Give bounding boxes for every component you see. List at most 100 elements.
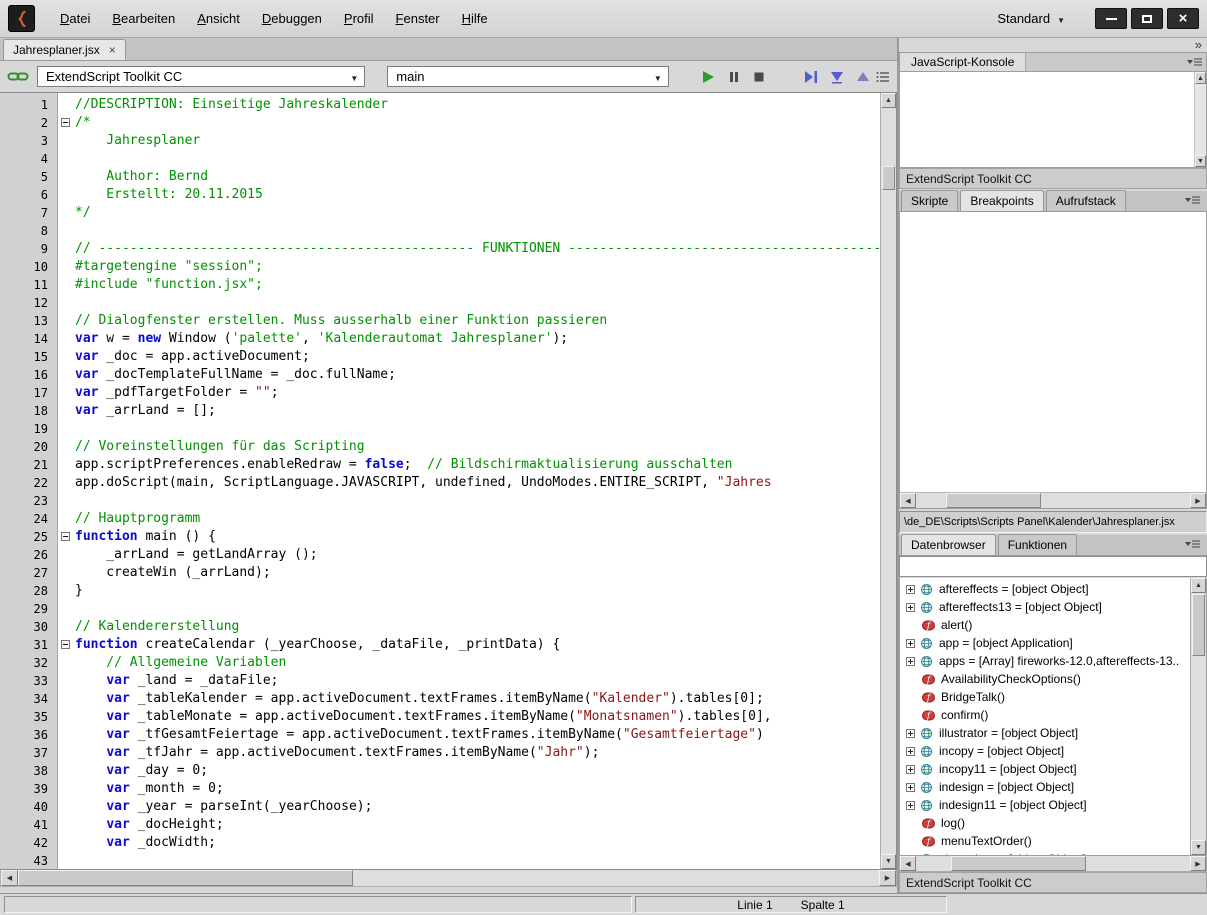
line-number[interactable]: 19 — [0, 420, 57, 438]
line-number[interactable]: 33 — [0, 672, 57, 690]
tab-aufrufstack[interactable]: Aufrufstack — [1046, 190, 1126, 211]
step-over-button[interactable] — [798, 66, 824, 88]
code-line[interactable]: //DESCRIPTION: Einseitige Jahreskalender — [75, 96, 880, 114]
scroll-left-icon[interactable] — [900, 856, 916, 871]
code-line[interactable]: var _month = 0; — [75, 780, 880, 798]
tree-item[interactable]: apps = [Array] fireworks-12.0,aftereffec… — [900, 652, 1190, 670]
app-icon[interactable] — [8, 5, 35, 32]
fold-cell[interactable] — [58, 636, 75, 654]
code-line[interactable]: // Voreinstellungen für das Scripting — [75, 438, 880, 456]
tree-item[interactable]: aftereffects13 = [object Object] — [900, 598, 1190, 616]
expand-plus-icon[interactable] — [906, 765, 915, 774]
line-number[interactable]: 14 — [0, 330, 57, 348]
fold-cell[interactable] — [58, 528, 75, 546]
line-number[interactable]: 35 — [0, 708, 57, 726]
code-line[interactable]: // -------------------------------------… — [75, 240, 880, 258]
menu-profil[interactable]: Profil — [333, 7, 385, 30]
expand-plus-icon[interactable] — [906, 729, 915, 738]
scrollbar-thumb[interactable] — [18, 870, 353, 886]
menu-ansicht[interactable]: Ansicht — [186, 7, 251, 30]
line-number[interactable]: 6 — [0, 186, 57, 204]
line-number[interactable]: 13 — [0, 312, 57, 330]
code-line[interactable]: var _land = _dataFile; — [75, 672, 880, 690]
code-line[interactable]: // Hauptprogramm — [75, 510, 880, 528]
tree-vertical-scrollbar[interactable] — [1190, 578, 1206, 855]
line-number[interactable]: 11 — [0, 276, 57, 294]
tree-item[interactable]: indesign = [object Object] — [900, 778, 1190, 796]
line-number[interactable]: 12 — [0, 294, 57, 312]
scroll-right-icon[interactable] — [1190, 493, 1206, 508]
tab-breakpoints[interactable]: Breakpoints — [960, 190, 1043, 211]
minimize-button[interactable] — [1095, 8, 1127, 29]
line-number[interactable]: 8 — [0, 222, 57, 240]
fold-collapse-icon[interactable] — [61, 640, 70, 649]
line-number[interactable]: 37 — [0, 744, 57, 762]
tab-skripte[interactable]: Skripte — [901, 190, 958, 211]
line-number[interactable]: 36 — [0, 726, 57, 744]
run-button[interactable] — [695, 66, 721, 88]
code-line[interactable]: Jahresplaner — [75, 132, 880, 150]
line-number[interactable]: 23 — [0, 492, 57, 510]
code-line[interactable]: createWin (_arrLand); — [75, 564, 880, 582]
scrollbar-track[interactable] — [881, 190, 896, 854]
tab-funktionen[interactable]: Funktionen — [998, 534, 1077, 555]
line-number[interactable]: 21 — [0, 456, 57, 474]
tree-item[interactable]: fmenuTextOrder() — [900, 832, 1190, 850]
code-line[interactable]: var _tableMonate = app.activeDocument.te… — [75, 708, 880, 726]
tree-item[interactable]: incopy11 = [object Object] — [900, 760, 1190, 778]
tree-item[interactable]: incopy = [object Object] — [900, 742, 1190, 760]
line-number[interactable]: 25 — [0, 528, 57, 546]
console-output[interactable] — [899, 72, 1207, 168]
code-line[interactable]: app.doScript(main, ScriptLanguage.JAVASC… — [75, 474, 880, 492]
line-number[interactable]: 39 — [0, 780, 57, 798]
console-panel-header[interactable]: JavaScript-Konsole — [899, 52, 1207, 72]
line-number[interactable]: 3 — [0, 132, 57, 150]
expand-plus-icon[interactable] — [906, 657, 915, 666]
code-line[interactable]: } — [75, 582, 880, 600]
code-line[interactable] — [75, 222, 880, 240]
stop-button[interactable] — [747, 66, 773, 88]
line-number[interactable]: 10 — [0, 258, 57, 276]
line-number[interactable]: 7 — [0, 204, 57, 222]
scroll-down-icon[interactable] — [881, 854, 896, 869]
line-number[interactable]: 15 — [0, 348, 57, 366]
line-number[interactable]: 29 — [0, 600, 57, 618]
console-scrollbar[interactable] — [1194, 72, 1206, 167]
fold-collapse-icon[interactable] — [61, 532, 70, 541]
expand-plus-icon[interactable] — [906, 801, 915, 810]
tree-item[interactable]: fAvailabilityCheckOptions() — [900, 670, 1190, 688]
editor-horizontal-scrollbar[interactable] — [0, 870, 897, 887]
code-line[interactable] — [75, 294, 880, 312]
scrollbar-thumb[interactable] — [951, 856, 1086, 871]
scroll-down-icon[interactable] — [1191, 840, 1206, 855]
tree-item[interactable]: app = [object Application] — [900, 634, 1190, 652]
line-number[interactable]: 20 — [0, 438, 57, 456]
line-number[interactable]: 31 — [0, 636, 57, 654]
line-number[interactable]: 30 — [0, 618, 57, 636]
code-area[interactable]: //DESCRIPTION: Einseitige Jahreskalender… — [75, 93, 880, 869]
scrollbar-thumb[interactable] — [1192, 594, 1205, 656]
profile-selector[interactable]: Standard — [989, 9, 1073, 28]
code-line[interactable]: #include "function.jsx"; — [75, 276, 880, 294]
line-number[interactable]: 4 — [0, 150, 57, 168]
line-number[interactable]: 38 — [0, 762, 57, 780]
fold-collapse-icon[interactable] — [61, 118, 70, 127]
code-line[interactable]: function createCalendar (_yearChoose, _d… — [75, 636, 880, 654]
code-line[interactable]: var _day = 0; — [75, 762, 880, 780]
expand-plus-icon[interactable] — [906, 603, 915, 612]
line-number[interactable]: 32 — [0, 654, 57, 672]
document-tab[interactable]: Jahresplaner.jsx — [3, 39, 126, 60]
tree-item[interactable]: falert() — [900, 616, 1190, 634]
code-line[interactable]: var _tableKalender = app.activeDocument.… — [75, 690, 880, 708]
line-number[interactable]: 2 — [0, 114, 57, 132]
panel-menu-icon[interactable] — [1181, 539, 1204, 550]
scrollbar-track[interactable] — [1041, 493, 1190, 508]
code-line[interactable] — [75, 492, 880, 510]
line-number[interactable]: 43 — [0, 852, 57, 869]
tab-close-icon[interactable] — [109, 43, 116, 57]
line-number[interactable]: 34 — [0, 690, 57, 708]
code-line[interactable]: var _arrLand = []; — [75, 402, 880, 420]
code-line[interactable]: var w = new Window ('palette', 'Kalender… — [75, 330, 880, 348]
line-number[interactable]: 27 — [0, 564, 57, 582]
menu-bearbeiten[interactable]: Bearbeiten — [101, 7, 186, 30]
